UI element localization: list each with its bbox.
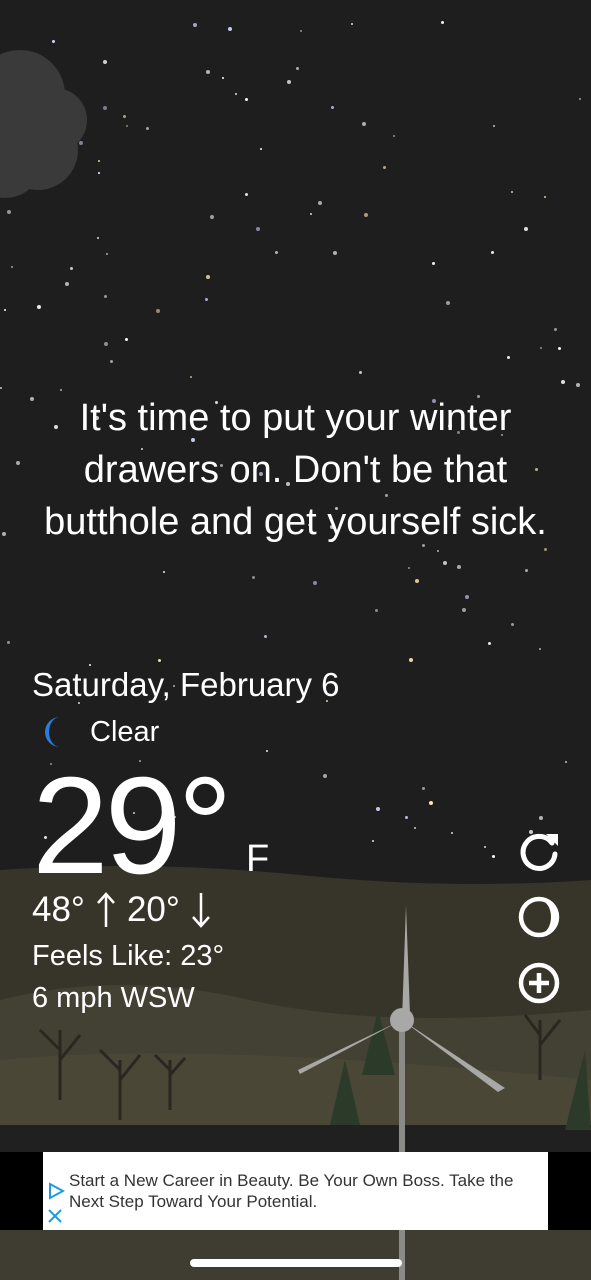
date-label: Saturday, February 6 [32, 666, 340, 703]
condition-label: Clear [90, 715, 160, 748]
refresh-button[interactable] [516, 828, 562, 874]
landscape-illustration [0, 866, 591, 1280]
ad-choices-icon[interactable] [47, 1182, 65, 1200]
add-location-button[interactable] [516, 960, 562, 1006]
theme-button[interactable] [516, 894, 562, 940]
home-indicator[interactable] [190, 1259, 402, 1267]
wind-label: 6 mph WSW [32, 982, 195, 1014]
high-temperature: 48° [32, 890, 85, 929]
crescent-moon-icon [45, 717, 60, 747]
low-temperature: 20° [126, 890, 180, 929]
action-buttons [516, 828, 562, 1026]
arrow-down-icon [191, 893, 210, 928]
condition-row: Clear [38, 712, 159, 752]
feels-like-label: Feels Like: 23° [32, 940, 225, 972]
ad-banner[interactable]: Start a New Career in Beauty. Be Your Ow… [43, 1152, 548, 1230]
close-icon[interactable] [47, 1208, 63, 1224]
ad-text[interactable]: Start a New Career in Beauty. Be Your Ow… [69, 1170, 539, 1212]
arrow-up-icon [97, 892, 115, 927]
theme-toggle-icon [518, 896, 560, 938]
refresh-icon [520, 833, 558, 871]
weather-quote: It's time to put your winter drawers on.… [44, 397, 547, 543]
temperature-unit[interactable]: F [246, 838, 269, 881]
high-low-row: 48° 20° [32, 890, 222, 930]
current-temperature: 29° [32, 749, 233, 903]
plus-circle-icon [518, 962, 560, 1004]
